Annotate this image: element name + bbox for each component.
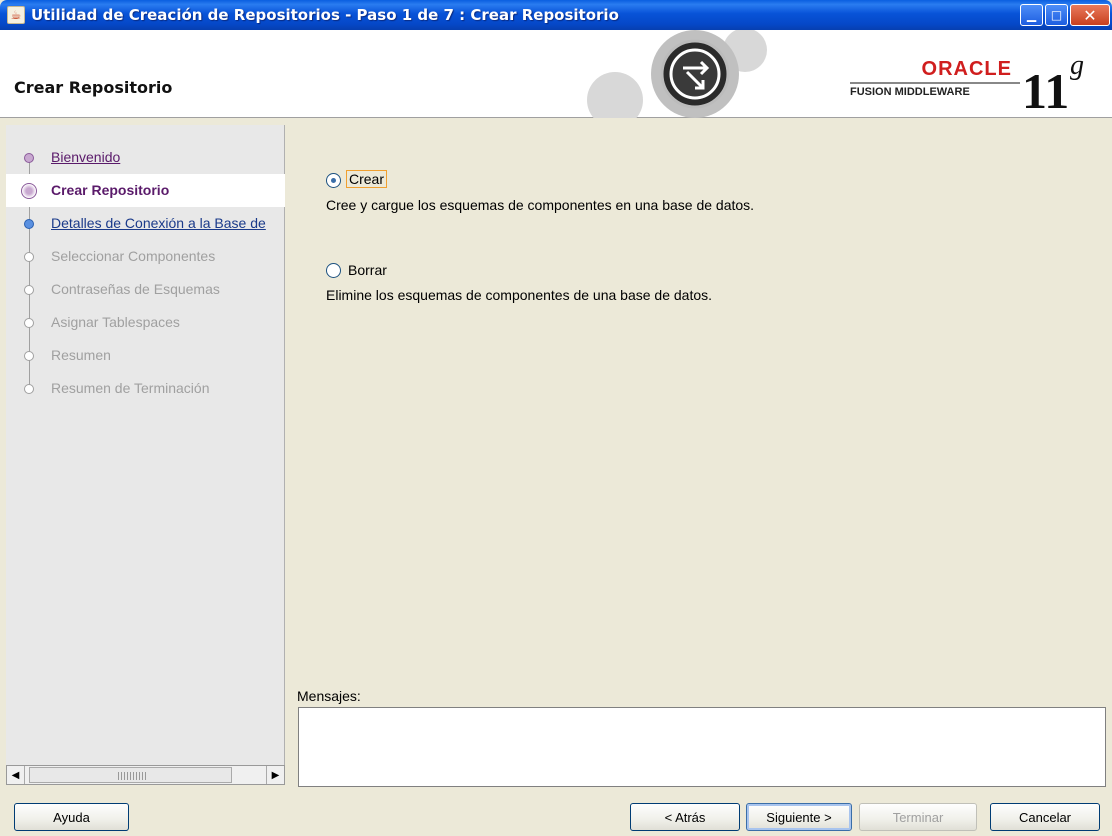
back-button[interactable]: < Atrás (630, 803, 740, 831)
minimize-button[interactable]: ▁ (1020, 4, 1043, 26)
crear-label[interactable]: Crear (346, 170, 388, 188)
page-title: Crear Repositorio (14, 78, 173, 97)
step-item: Contraseñas de Esquemas (6, 273, 285, 306)
step-item[interactable]: Crear Repositorio (6, 174, 285, 207)
messages-label: Mensajes: (297, 688, 361, 704)
wizard-steps-panel: Bienvenido Crear Repositorio Detalles de C… (6, 125, 285, 785)
main-content: Crear Cree y cargue los esquemas de comp… (286, 125, 1112, 787)
scrollbar-thumb[interactable] (29, 767, 232, 783)
logo-rule (850, 82, 1020, 84)
step-label: Seleccionar Componentes (51, 248, 216, 264)
product-name: FUSION MIDDLEWARE (850, 86, 970, 98)
close-button[interactable]: ✕ (1070, 4, 1110, 26)
gears-graphic (587, 30, 767, 118)
oracle-logo: ORACLE FUSION MIDDLEWARE (850, 56, 1020, 106)
wizard-steps-list: Bienvenido Crear Repositorio Detalles de C… (6, 141, 285, 405)
step-item[interactable]: Bienvenido (6, 141, 285, 174)
step-marker-icon (24, 252, 34, 262)
version-suffix: g (1070, 50, 1084, 81)
maximize-button[interactable]: □ (1045, 4, 1068, 26)
minimize-icon: ▁ (1026, 8, 1037, 22)
borrar-radio[interactable] (326, 263, 341, 278)
step-item: Resumen (6, 339, 285, 372)
maximize-icon: □ (1050, 8, 1063, 22)
step-label: Bienvenido (51, 149, 121, 165)
step-label: Asignar Tablespaces (51, 314, 180, 330)
scrollbar-grip-icon (118, 772, 146, 780)
step-item: Seleccionar Componentes (6, 240, 285, 273)
step-label: Contraseñas de Esquemas (51, 281, 220, 297)
wizard-header: Crear Repositorio ORACLE FUSION MIDDLEWA… (0, 30, 1112, 118)
scroll-right-arrow-icon[interactable]: ▶ (266, 766, 284, 784)
step-item: Asignar Tablespaces (6, 306, 285, 339)
step-marker-icon (24, 219, 34, 229)
cancel-button[interactable]: Cancelar (990, 803, 1100, 831)
step-label: Crear Repositorio (51, 182, 170, 198)
borrar-description: Elimine los esquemas de componentes de u… (326, 287, 713, 303)
step-item: Resumen de Terminación (6, 372, 285, 405)
step-marker-icon (24, 285, 34, 295)
oracle-wordmark: ORACLE (921, 58, 1012, 80)
next-button[interactable]: Siguiente > (746, 803, 852, 831)
step-marker-icon (24, 351, 34, 361)
title-bar[interactable]: ☕ Utilidad de Creación de Repositorios -… (0, 0, 1112, 30)
step-marker-icon (24, 384, 34, 394)
step-item[interactable]: Detalles de Conexión a la Base de (6, 207, 285, 240)
help-button[interactable]: Ayuda (14, 803, 129, 831)
crear-description: Cree y cargue los esquemas de componente… (326, 197, 755, 213)
borrar-label[interactable]: Borrar (348, 262, 387, 278)
crear-radio[interactable] (326, 173, 341, 188)
step-label: Resumen (51, 347, 111, 363)
steps-horizontal-scrollbar[interactable]: ◀ ▶ (6, 765, 285, 785)
step-marker-icon (24, 153, 34, 163)
step-label: Resumen de Terminación (51, 380, 210, 396)
close-icon: ✕ (1083, 5, 1097, 25)
finish-button[interactable]: Terminar (859, 803, 977, 831)
scroll-left-arrow-icon[interactable]: ◀ (7, 766, 25, 784)
version-number: 11 (1022, 63, 1070, 119)
messages-area[interactable] (298, 707, 1106, 787)
window-title: Utilidad de Creación de Repositorios - P… (31, 6, 619, 24)
step-marker-icon (21, 183, 37, 199)
java-cup-icon: ☕ (7, 6, 25, 24)
step-label: Detalles de Conexión a la Base de (51, 215, 266, 231)
step-marker-icon (24, 318, 34, 328)
